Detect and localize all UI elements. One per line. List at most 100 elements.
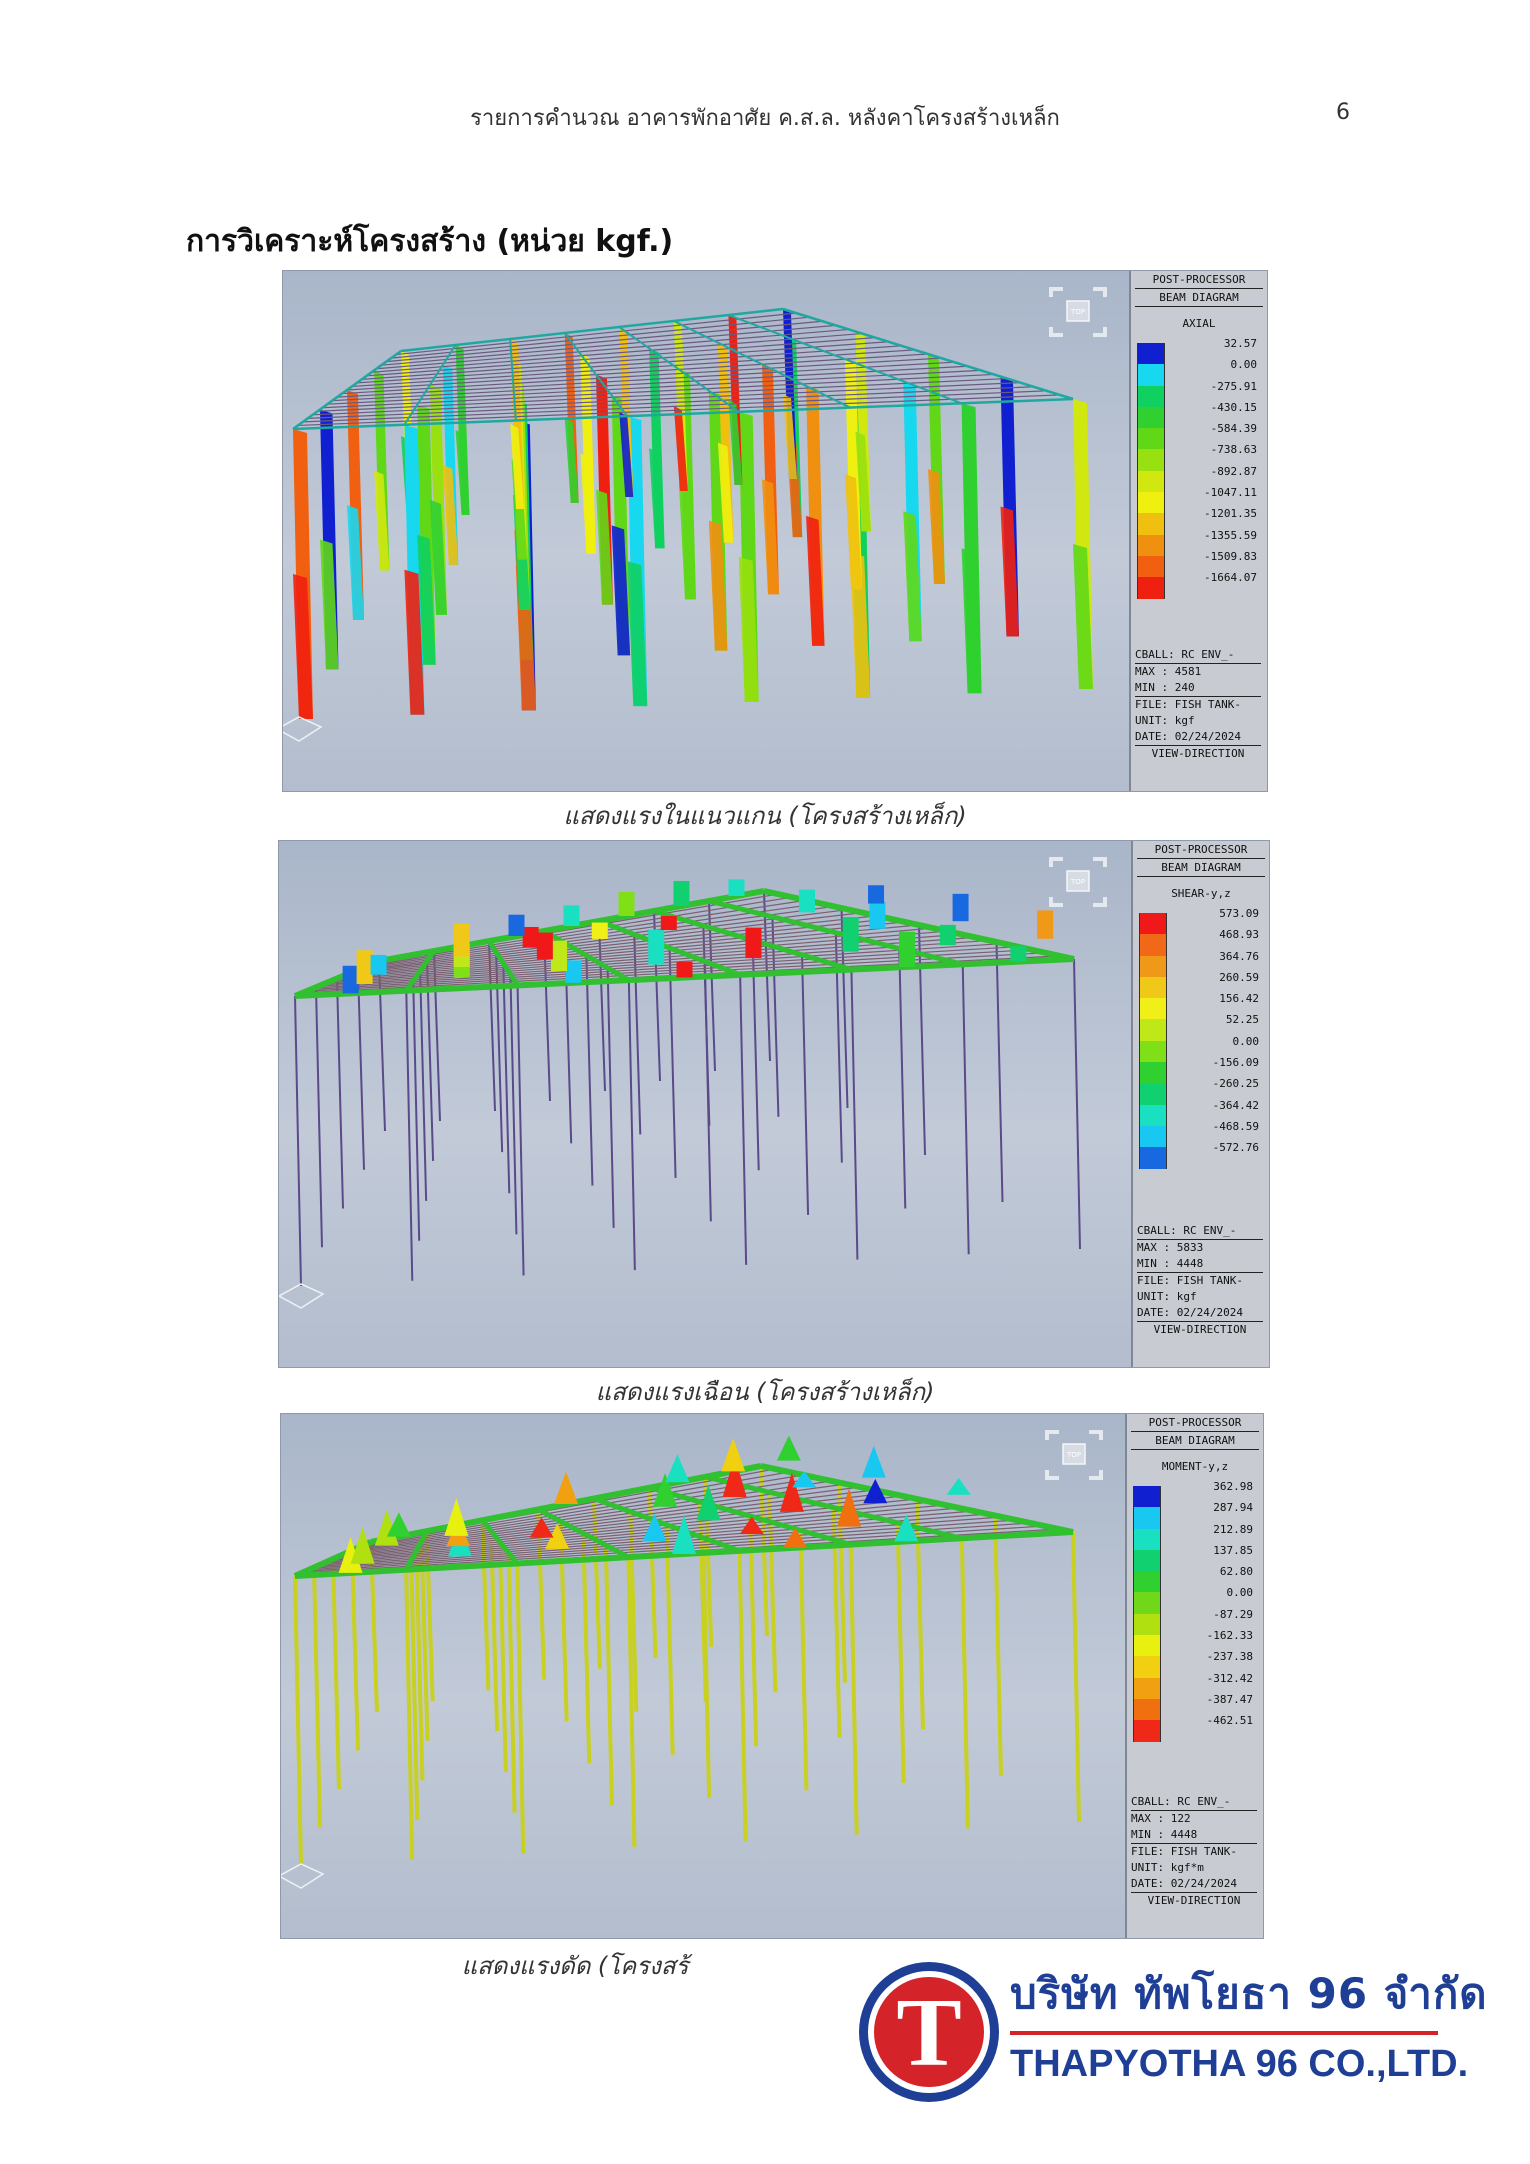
legend-swatch <box>1137 492 1165 514</box>
legend-row: -462.51 <box>1133 1714 1255 1742</box>
svg-text:TOP: TOP <box>1070 308 1085 316</box>
column-member <box>585 955 594 1186</box>
moment-diagram-peak <box>776 1435 801 1461</box>
column-member <box>668 947 677 1178</box>
legend-value: -430.15 <box>1210 400 1257 414</box>
column-member <box>895 1522 906 1783</box>
legend-value: 137.85 <box>1213 1543 1253 1557</box>
shear-diagram-patch <box>899 931 916 967</box>
shear-diagram-patch <box>356 950 373 985</box>
shear-diagram-patch <box>342 965 359 994</box>
legend-value: -1201.35 <box>1204 507 1257 521</box>
shear-structure-model <box>279 879 1081 1309</box>
legend-value: -584.39 <box>1210 422 1257 436</box>
svg-text:TOP: TOP <box>1070 878 1085 886</box>
svg-text:T: T <box>896 1979 961 2087</box>
column-member <box>606 967 615 1228</box>
cball-label: CBALL: RC ENV_- <box>1131 1795 1231 1808</box>
legend-swatch <box>1137 406 1165 429</box>
legend-swatch <box>1133 1507 1161 1529</box>
legend-swatch <box>1139 955 1167 977</box>
column-member <box>294 995 302 1287</box>
moment-structure-model <box>281 1435 1081 1889</box>
legend-value: 468.93 <box>1219 928 1259 942</box>
column-member <box>995 941 1004 1203</box>
column-member <box>898 948 907 1209</box>
moment-diagram-peak <box>861 1445 886 1478</box>
column-member <box>516 985 525 1276</box>
legend-swatch <box>1137 385 1165 407</box>
legend-swatch <box>1137 343 1165 365</box>
unit-label: UNIT: kgf <box>1135 714 1195 727</box>
min-label: MIN : 4448 <box>1137 1257 1204 1270</box>
shear-diagram-patch <box>842 917 859 952</box>
legend-swatch <box>1139 976 1167 999</box>
legend-row: -572.76 <box>1139 1141 1261 1169</box>
shear-legend-panel: POST-PROCESSOR BEAM DIAGRAM SHEAR-y,z 57… <box>1131 841 1269 1367</box>
legend-swatch <box>1133 1656 1161 1678</box>
max-label: MAX : 5833 <box>1137 1239 1263 1256</box>
legend-value: -1355.59 <box>1204 528 1257 542</box>
diagram-type-label: AXIAL <box>1182 317 1216 330</box>
shear-diagram-patch <box>648 929 665 965</box>
panel-subtitle: BEAM DIAGRAM <box>1131 1432 1259 1450</box>
panel-title: POST-PROCESSOR <box>1135 271 1263 289</box>
diagram-type-label: SHEAR-y,z <box>1171 887 1231 900</box>
min-label: MIN : 4448 <box>1131 1828 1198 1841</box>
column-member <box>961 964 970 1255</box>
legend-value: -87.29 <box>1213 1607 1253 1621</box>
edge-beam-member <box>782 307 1074 401</box>
column-member <box>664 1524 675 1755</box>
view-navigation-cube-icon: TOP <box>1045 283 1111 341</box>
panel-info: CBALL: RC ENV_- MAX : 122 MIN : 4448 FIL… <box>1131 1794 1257 1909</box>
shear-diagram-patch <box>676 961 693 978</box>
legend-swatch <box>1133 1613 1161 1636</box>
section-heading: การวิเคราะห์โครงสร้าง (หน่วย kgf.) <box>186 224 674 259</box>
column-member <box>739 974 748 1265</box>
color-legend: 573.09 468.93 364.76 260.59 156.42 52.25 0.00 -… <box>1139 907 1261 1169</box>
shear-diagram-patch <box>798 889 815 913</box>
column-member <box>506 1552 517 1813</box>
moment-diagram-peak <box>946 1477 971 1495</box>
panel-subtitle: BEAM DIAGRAM <box>1137 859 1265 877</box>
shear-diagram-patch <box>591 922 608 939</box>
date-label: DATE: 02/24/2024 <box>1137 1306 1243 1319</box>
shear-diagram-patch <box>673 880 690 906</box>
company-emblem-icon: T <box>859 1962 999 2102</box>
legend-swatch <box>1137 470 1165 493</box>
view-navigation-cube-icon: TOP <box>1045 853 1111 911</box>
shear-diagram-patch <box>453 923 470 957</box>
max-label: MAX : 4581 <box>1135 663 1261 680</box>
column-member <box>336 978 344 1209</box>
legend-value: 0.00 <box>1226 1586 1254 1600</box>
legend-value: -364.42 <box>1212 1098 1259 1112</box>
legend-swatch <box>1133 1720 1161 1742</box>
shear-diagram-figure: TOP POST-PROCESSOR BEAM DIAGRAM SHEAR-y,… <box>278 840 1270 1368</box>
legend-swatch <box>1137 513 1165 535</box>
legend-value: 362.98 <box>1213 1480 1253 1493</box>
legend-value: -156.09 <box>1212 1056 1259 1070</box>
legend-value: 573.09 <box>1219 907 1259 920</box>
logo-divider <box>1010 2031 1438 2035</box>
moment-diagram-peak <box>721 1438 746 1472</box>
legend-swatch <box>1133 1549 1161 1572</box>
column-member <box>497 1541 508 1772</box>
view-direction-label: VIEW-DIRECTION <box>1137 1321 1263 1338</box>
shear-diagram-patch <box>563 905 580 926</box>
column-member <box>581 1533 592 1764</box>
legend-value: -468.59 <box>1212 1119 1259 1133</box>
legend-swatch <box>1137 428 1165 450</box>
shear-diagram-patch <box>551 940 568 972</box>
legend-swatch <box>1139 934 1167 956</box>
legend-value: -162.33 <box>1206 1629 1253 1643</box>
column-member <box>350 1550 360 1751</box>
cball-label: CBALL: RC ENV_- <box>1137 1224 1237 1237</box>
view-direction-label: VIEW-DIRECTION <box>1131 1892 1257 1909</box>
column-member <box>993 1515 1003 1776</box>
legend-value: 52.25 <box>1225 1013 1259 1027</box>
legend-swatch <box>1137 555 1165 578</box>
legend-swatch <box>1139 1104 1167 1126</box>
company-name-english: THAPYOTHA 96 CO.,LTD. <box>1010 2043 1469 2085</box>
file-label: FILE: FISH TANK- <box>1131 1843 1257 1860</box>
shear-figure-caption: แสดงแรงเฉือน (โครงสร้างเหล็ก) <box>595 1378 935 1406</box>
